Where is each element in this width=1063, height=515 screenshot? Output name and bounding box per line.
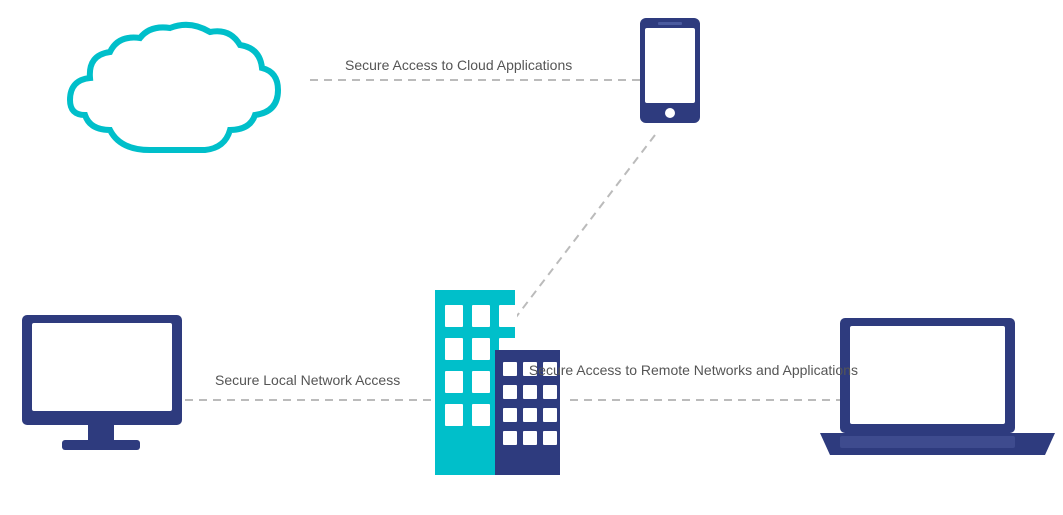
building-group (435, 290, 560, 475)
diagram-container: Secure Access to Cloud Applications Secu… (0, 0, 1063, 515)
monitor-icon (22, 315, 182, 450)
laptop-icon (820, 318, 1055, 455)
cloud-icon (70, 25, 278, 150)
remote-access-label: Secure Access to Remote Networks and App… (529, 360, 858, 381)
cloud-access-label: Secure Access to Cloud Applications (345, 55, 572, 76)
phone-icon (640, 18, 700, 123)
local-access-label: Secure Local Network Access (215, 370, 400, 391)
